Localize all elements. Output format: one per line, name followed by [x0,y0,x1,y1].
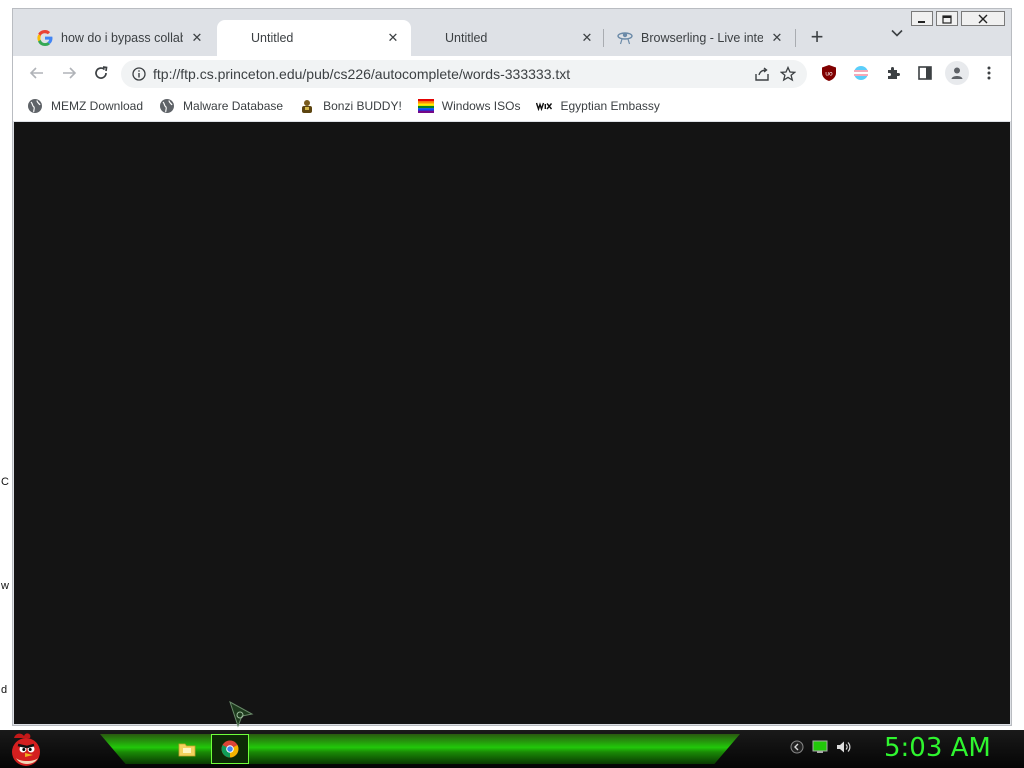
close-icon[interactable]: ✕ [189,30,205,46]
address-bar[interactable]: ftp://ftp.cs.princeton.edu/pub/cs226/aut… [121,60,807,88]
angry-bird-icon [12,733,40,766]
start-button[interactable] [6,728,46,768]
rainbow-flag-icon [417,98,434,114]
wix-icon [536,98,553,114]
info-icon[interactable] [125,67,153,81]
share-icon[interactable] [749,66,775,82]
close-window-button[interactable] [961,11,1005,26]
bookmark-egyptian-embassy[interactable]: Egyptian Embassy [536,98,660,114]
tab-browserling[interactable]: Browserling - Live intera ✕ [605,20,795,56]
taskbar-file-explorer[interactable] [168,734,206,764]
trans-flag-extension-icon[interactable] [851,63,871,83]
tab-title: Untitled [445,31,488,45]
close-icon[interactable]: ✕ [579,30,595,46]
minimize-icon [918,20,925,23]
star-icon[interactable] [775,66,801,82]
browserling-icon [617,30,633,46]
svg-text:uo: uo [825,71,833,78]
desktop-icon-label-fragment: C [1,476,9,488]
tab-divider [603,29,604,47]
bookmark-memz-download[interactable]: MEMZ Download [27,98,143,114]
reload-icon [95,66,108,79]
restore-icon [942,14,952,24]
taskbar-chrome[interactable] [211,734,249,764]
close-icon[interactable]: ✕ [385,30,401,46]
bookmark-bonzi-buddy[interactable]: Bonzi BUDDY! [299,98,402,114]
bookmark-windows-isos[interactable]: Windows ISOs [417,98,521,114]
tab-search-button[interactable] [885,26,909,50]
volume-icon[interactable] [836,740,852,759]
browser-toolbar: ftp://ftp.cs.princeton.edu/pub/cs226/aut… [13,56,1011,90]
bookmark-label: Malware Database [183,98,284,113]
google-g-icon [37,30,53,46]
tab-untitled-active[interactable]: Untitled ✕ [217,20,411,56]
bookmark-label: Windows ISOs [441,98,521,113]
bookmark-label: MEMZ Download [51,98,144,113]
close-icon [978,14,988,23]
tab-search[interactable]: how do i bypass collabr ✕ [25,20,215,56]
bookmarks-bar: MEMZ Download Malware Database Bonzi BUD… [13,90,1011,121]
tab-divider [795,29,796,47]
bookmark-malware-database[interactable]: Malware Database [159,98,283,114]
bookmark-label: Bonzi BUDDY! [323,98,402,113]
close-icon[interactable]: ✕ [769,30,785,46]
chevron-down-icon [891,29,903,37]
globe-icon [159,98,175,114]
bookmark-label: Egyptian Embassy [560,98,660,113]
network-monitor-icon[interactable] [812,740,828,759]
tab-title: Browserling - Live intera [641,31,763,45]
tab-strip: how do i bypass collabr ✕ Untitled ✕ Unt… [13,9,1011,56]
back-button[interactable] [25,61,49,85]
taskbar-clock[interactable]: 5:03 AM [884,733,991,763]
desktop-icon-label-fragment: d [1,684,8,696]
bonzi-icon [299,98,315,114]
folder-icon [178,743,196,757]
system-tray [790,740,852,759]
ublock-origin-icon[interactable]: uo [819,63,839,83]
reload-button[interactable] [89,61,113,85]
tab-title: how do i bypass collabr [61,31,183,45]
globe-icon [27,98,43,114]
page-content-area[interactable] [14,122,1010,724]
minimize-button[interactable] [911,11,933,26]
arrow-right-icon [63,67,77,79]
desktop-icon-label-fragment: w [1,580,9,592]
new-tab-button[interactable]: + [805,26,829,50]
mouse-cursor-icon [228,700,256,733]
desktop-edge: C w d [0,0,12,730]
chrome-icon [221,740,239,758]
window-controls [911,11,1005,26]
tray-overflow-icon[interactable] [790,740,804,759]
kebab-menu-icon[interactable] [979,63,999,83]
arrow-left-icon [29,67,43,79]
browser-window: how do i bypass collabr ✕ Untitled ✕ Unt… [12,8,1012,726]
puzzle-extensions-icon[interactable] [883,63,903,83]
tab-untitled[interactable]: Untitled ✕ [411,20,605,56]
forward-button[interactable] [57,61,81,85]
side-panel-icon[interactable] [915,63,935,83]
tab-title: Untitled [251,31,294,45]
url-text: ftp://ftp.cs.princeton.edu/pub/cs226/aut… [153,66,571,82]
profile-avatar-icon[interactable] [945,61,969,85]
restore-button[interactable] [936,11,958,26]
